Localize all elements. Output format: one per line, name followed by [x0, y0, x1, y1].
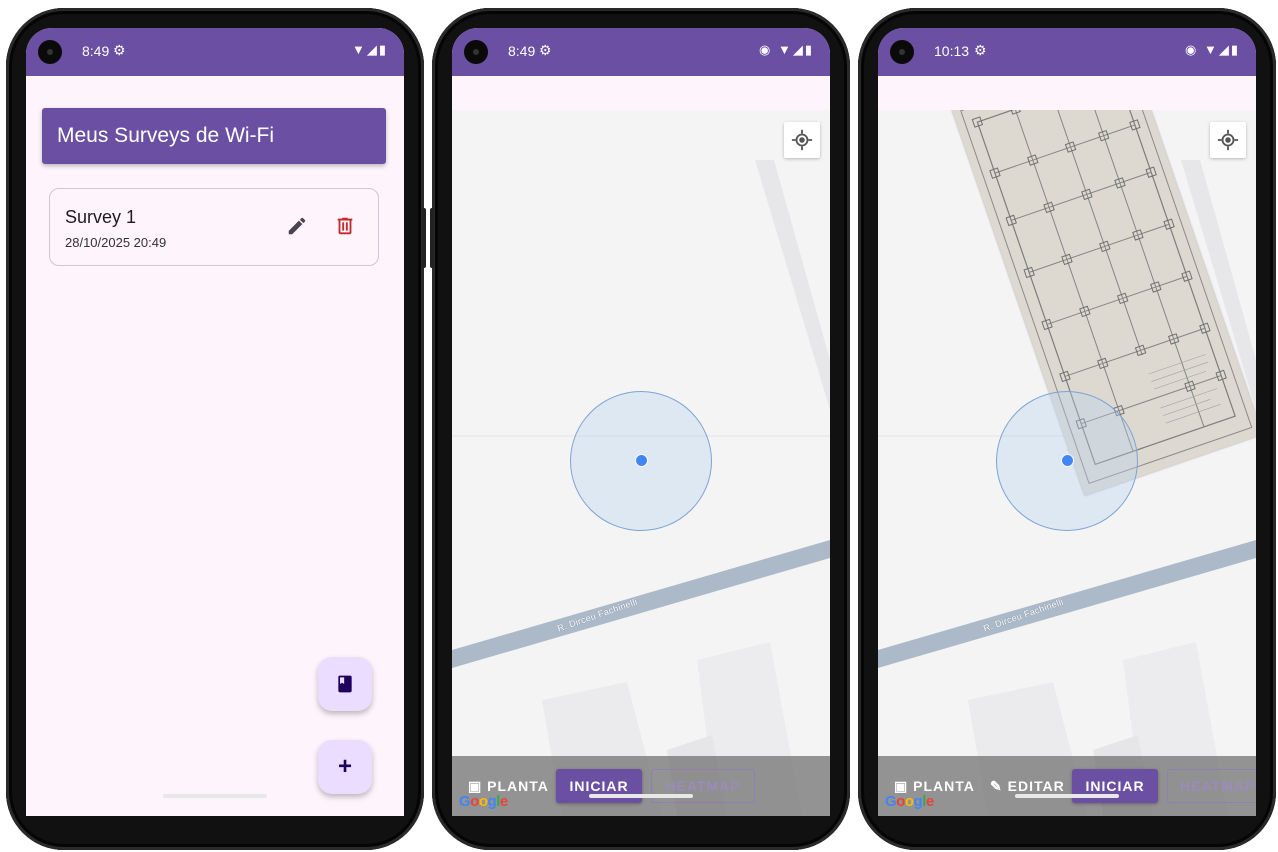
status-time: 8:49 [82, 43, 110, 59]
home-indicator[interactable] [163, 794, 267, 798]
book-icon [338, 675, 352, 693]
signal-icon: ◢ [792, 42, 805, 57]
my-location-button[interactable] [1210, 122, 1246, 158]
survey-date: 28/10/2025 20:49 [65, 235, 167, 250]
planta-label: PLANTA [913, 778, 975, 794]
phone-frame-1: 8:49 ⚙ ▼◢▮ Meus Surveys de Wi-Fi Survey … [6, 8, 426, 850]
power-button [422, 208, 426, 268]
building-shape [755, 160, 830, 410]
app-bar: Meus Surveys de Wi-Fi [42, 108, 386, 164]
map-toolbar: ▣ PLANTA ✎ EDITAR INICIAR HEATMAP Google [878, 756, 1256, 816]
status-icons: ◉ ▼◢▮ [759, 42, 814, 58]
map-top-strip [452, 76, 830, 110]
battery-icon: ▮ [1230, 42, 1240, 57]
map-top-strip [878, 76, 1256, 110]
map-view[interactable]: R. Dirceu Fachinelli ▣ PLANTA ✎ EDITAR I… [878, 110, 1256, 816]
map-view[interactable]: R. Dirceu Fachinelli ▣ PLANTA INICIAR HE… [452, 110, 830, 816]
location-dot [1061, 454, 1074, 467]
plus-icon: + [337, 753, 352, 780]
editar-button[interactable]: ✎ EDITAR [990, 778, 1065, 795]
planta-label: PLANTA [487, 778, 549, 794]
location-dot [635, 454, 648, 467]
floor-plan-fab[interactable] [318, 657, 372, 711]
crosshair-icon [791, 129, 813, 151]
home-indicator[interactable] [589, 794, 693, 798]
front-camera [38, 40, 62, 64]
status-icons: ◉ ▼◢▮ [1185, 42, 1240, 58]
settings-cog-icon: ⚙ [539, 42, 552, 58]
signal-icon: ◢ [366, 42, 379, 57]
editar-label: EDITAR [1007, 778, 1065, 794]
location-pin-icon: ◉ [1185, 42, 1199, 57]
survey-name: Survey 1 [65, 207, 137, 227]
delete-trash-icon[interactable] [334, 215, 356, 237]
map-floorplan-screen: 10:13 ⚙ ◉ ▼◢▮ R. Dirceu Fachinelli ▣ PLA… [878, 28, 1256, 816]
status-time: 8:49 [508, 43, 536, 59]
battery-icon: ▮ [804, 42, 814, 57]
heatmap-button[interactable]: HEATMAP [1167, 769, 1256, 803]
status-bar: 8:49 ⚙ ◉ ▼◢▮ [452, 28, 830, 76]
volume-button [430, 208, 434, 268]
front-camera [890, 40, 914, 64]
edit-pencil-icon[interactable] [286, 215, 308, 237]
map-screen: 8:49 ⚙ ◉ ▼◢▮ R. Dirceu Fachinelli ▣ PLAN… [452, 28, 830, 816]
front-camera [464, 40, 488, 64]
wifi-icon: ▼ [777, 42, 793, 57]
survey-card[interactable]: Survey 1 28/10/2025 20:49 [49, 188, 379, 266]
map-toolbar: ▣ PLANTA INICIAR HEATMAP Google [452, 756, 830, 816]
status-bar: 10:13 ⚙ ◉ ▼◢▮ [878, 28, 1256, 76]
status-icons: ▼◢▮ [352, 42, 388, 58]
phone-frame-2: 8:49 ⚙ ◉ ▼◢▮ R. Dirceu Fachinelli ▣ PLAN… [430, 8, 850, 850]
survey-list-screen: 8:49 ⚙ ▼◢▮ Meus Surveys de Wi-Fi Survey … [26, 28, 404, 816]
page-title: Meus Surveys de Wi-Fi [57, 124, 275, 147]
wifi-icon: ▼ [351, 42, 367, 57]
my-location-button[interactable] [784, 122, 820, 158]
status-bar: 8:49 ⚙ ▼◢▮ [26, 28, 404, 76]
google-attribution: Google [885, 793, 934, 810]
settings-cog-icon: ⚙ [974, 42, 987, 58]
image-icon: ▣ [468, 778, 483, 794]
crosshair-icon [1217, 129, 1239, 151]
image-icon: ▣ [894, 778, 909, 794]
phone-frame-3: 10:13 ⚙ ◉ ▼◢▮ R. Dirceu Fachinelli ▣ PLA… [858, 8, 1276, 850]
add-survey-fab[interactable]: + [318, 740, 372, 794]
pencil-icon: ✎ [990, 778, 1003, 794]
signal-icon: ◢ [1218, 42, 1231, 57]
status-time: 10:13 [934, 43, 970, 59]
google-attribution: Google [459, 793, 508, 810]
wifi-icon: ▼ [1203, 42, 1219, 57]
home-indicator[interactable] [1015, 794, 1119, 798]
street-road [452, 540, 830, 668]
battery-icon: ▮ [378, 42, 388, 57]
street-road [878, 540, 1256, 668]
settings-cog-icon: ⚙ [113, 42, 126, 58]
location-pin-icon: ◉ [759, 42, 773, 57]
